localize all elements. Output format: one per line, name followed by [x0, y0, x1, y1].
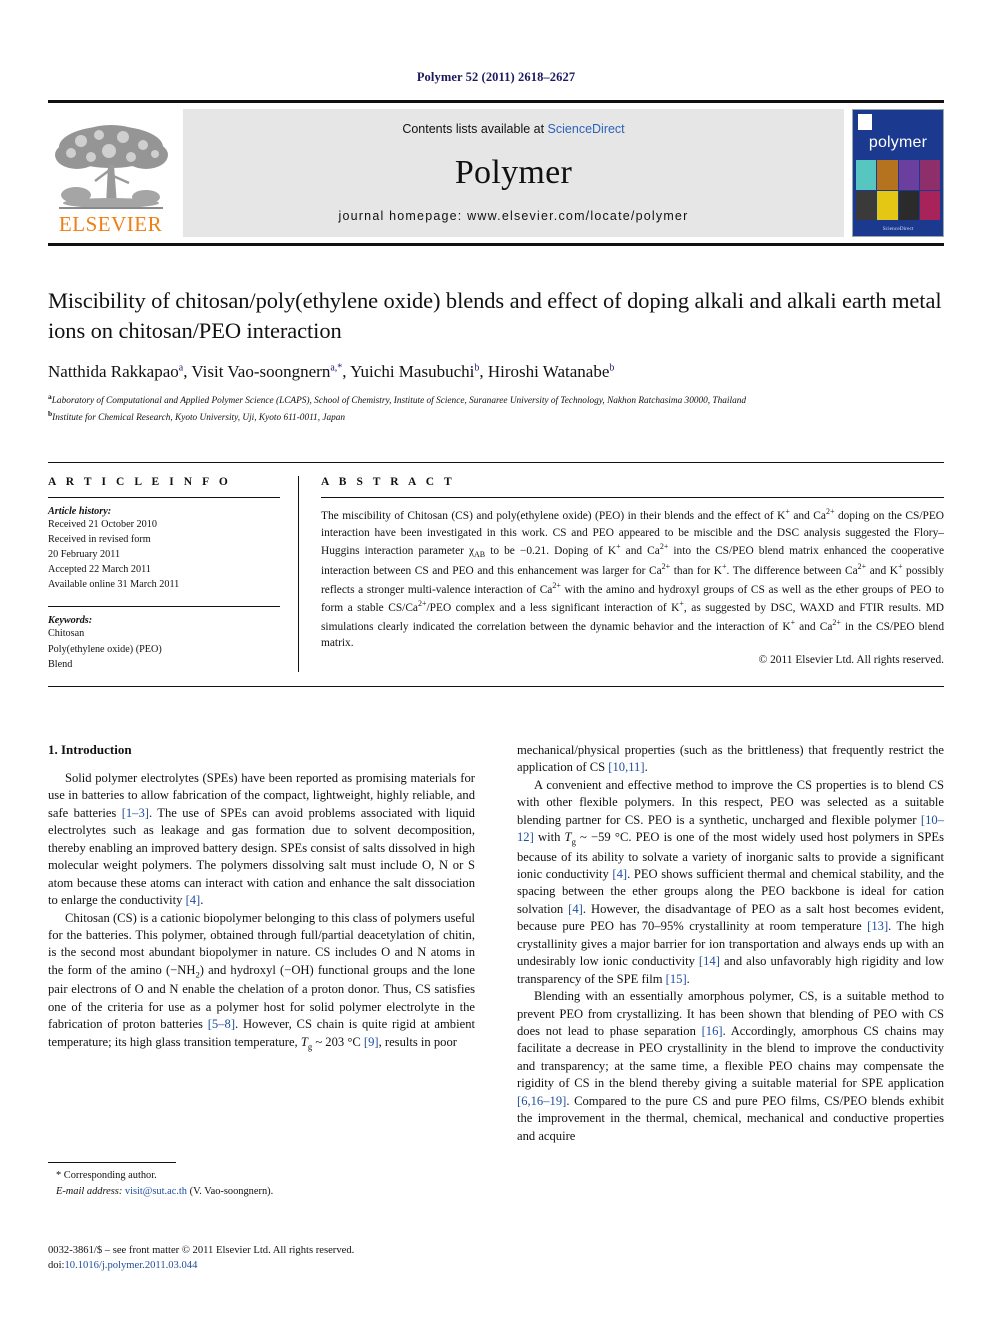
body-paragraph: Solid polymer electrolytes (SPEs) have b…: [48, 771, 475, 908]
doi-link[interactable]: 10.1016/j.polymer.2011.03.044: [64, 1260, 197, 1271]
author-name: Natthida Rakkapao: [48, 362, 179, 382]
author-name: Visit Vao-soongnern: [191, 362, 331, 382]
citation-ref[interactable]: [1–3]: [122, 806, 149, 820]
cover-image-grid: [856, 160, 940, 220]
body-column-left: 1. Introduction Solid polymer electrolyt…: [48, 742, 475, 1145]
body-paragraph: mechanical/physical properties (such as …: [517, 743, 944, 775]
cover-tile: [856, 190, 877, 220]
cover-tile: [919, 190, 940, 220]
elsevier-logo: ELSEVIER: [48, 109, 173, 237]
citation-ref[interactable]: [5–8]: [208, 1017, 235, 1031]
journal-homepage-line[interactable]: journal homepage: www.elsevier.com/locat…: [339, 209, 689, 223]
citation-ref[interactable]: [13]: [867, 919, 888, 933]
body-paragraph: Blending with an essentially amorphous p…: [517, 989, 945, 1143]
article-info-column: A R T I C L E I N F O Article history: R…: [48, 476, 298, 672]
affiliation-text: Institute for Chemical Research, Kyoto U…: [52, 412, 346, 423]
cover-tile: [856, 160, 877, 190]
author-name: Yuichi Masubuchi: [350, 362, 475, 382]
keywords-label: Keywords:: [48, 615, 93, 627]
body-columns: 1. Introduction Solid polymer electrolyt…: [48, 742, 944, 1145]
doi-prefix: doi:: [48, 1260, 65, 1272]
cover-tile: [898, 160, 919, 190]
article-history-line: 20 February 2011: [48, 549, 121, 561]
email-address-link[interactable]: visit@sut.ac.th: [125, 1186, 187, 1197]
corresponding-author-note: * Corresponding author.: [56, 1170, 157, 1181]
title-block: Miscibility of chitosan/poly(ethylene ox…: [48, 286, 944, 425]
affiliation: bInstitute for Chemical Research, Kyoto …: [48, 409, 944, 425]
body-paragraph: Chitosan (CS) is a cationic biopolymer b…: [48, 910, 476, 1052]
running-head: Polymer 52 (2011) 2618–2627: [416, 70, 576, 84]
cover-tile: [919, 160, 940, 190]
citation-ref[interactable]: [4]: [612, 867, 627, 881]
article-history-line: Available online 31 March 2011: [48, 579, 180, 591]
cover-footer-text: ScienceDirect: [882, 226, 914, 232]
masthead-bottom-rule: [48, 243, 944, 246]
affiliation-text: Laboratory of Computational and Applied …: [51, 396, 747, 407]
article-history-line: Accepted 22 March 2011: [48, 564, 151, 576]
abstract-copyright: © 2011 Elsevier Ltd. All rights reserved…: [758, 654, 944, 667]
article-history-line: Received 21 October 2010: [48, 519, 157, 530]
section-heading-introduction: 1. Introduction: [48, 742, 132, 757]
keyword-item: Chitosan: [48, 628, 85, 640]
abstract-heading: A B S T R A C T: [321, 476, 456, 488]
cover-tile: [898, 190, 919, 220]
abstract-column: A B S T R A C T The miscibility of Chito…: [321, 476, 944, 672]
citation-ref[interactable]: [10,11]: [608, 760, 644, 774]
contents-available-line: Contents lists available at ScienceDirec…: [402, 122, 624, 136]
cover-publisher-mark: [858, 114, 872, 130]
email-note: E-mail address: visit@sut.ac.th (V. Vao-…: [48, 1184, 475, 1200]
citation-ref[interactable]: [4]: [186, 893, 201, 907]
author-name: Hiroshi Watanabe: [487, 362, 610, 382]
cover-tile: [877, 160, 898, 190]
contents-prefix: Contents lists available at: [402, 122, 548, 136]
keyword-item: Poly(ethylene oxide) (PEO): [48, 643, 162, 655]
citation-ref[interactable]: [16]: [702, 1024, 723, 1038]
author-affil-mark: b: [609, 362, 615, 374]
doi-line: doi:10.1016/j.polymer.2011.03.044: [48, 1258, 518, 1273]
issn-doi-block: 0032-3861/$ – see front matter © 2011 El…: [48, 1243, 518, 1274]
elsevier-tree-icon: [54, 125, 168, 209]
citation-ref[interactable]: [6,16–19]: [517, 1094, 566, 1108]
journal-cover-thumbnail[interactable]: polymer ScienceDirect: [852, 109, 944, 237]
corresponding-author-footnote: * Corresponding author. E-mail address: …: [48, 1162, 475, 1199]
journal-banner: Contents lists available at ScienceDirec…: [183, 109, 844, 237]
body-paragraph: A convenient and effective method to imp…: [517, 777, 945, 986]
article-info-heading: A R T I C L E I N F O: [48, 476, 232, 488]
author-affil-mark: b: [474, 362, 480, 374]
citation-ref[interactable]: [4]: [568, 902, 583, 916]
citation-ref[interactable]: [9]: [364, 1035, 379, 1049]
journal-masthead: ELSEVIER Contents lists available at Sci…: [48, 100, 944, 246]
citation-ref[interactable]: [15]: [666, 972, 687, 986]
elsevier-wordmark: ELSEVIER: [58, 212, 163, 236]
body-column-right: mechanical/physical properties (such as …: [517, 742, 944, 1145]
cover-title: polymer: [868, 134, 928, 151]
article-history-label: Article history:: [48, 506, 112, 517]
abstract-rule: [321, 497, 944, 498]
journal-article-page: Polymer 52 (2011) 2618–2627 ELSEVIER Con…: [0, 0, 992, 1323]
cover-tile: [877, 190, 898, 220]
email-owner: (V. Vao-soongnern).: [189, 1185, 274, 1197]
keywords-rule: [48, 606, 280, 608]
journal-title: Polymer: [454, 153, 573, 191]
keyword-item: Blend: [48, 658, 73, 670]
email-label: E-mail address:: [56, 1185, 123, 1197]
abstract-text: The miscibility of Chitosan (CS) and pol…: [321, 507, 945, 650]
article-info-rule: [48, 497, 280, 498]
issn-line: 0032-3861/$ – see front matter © 2011 El…: [48, 1245, 355, 1256]
column-divider: [298, 476, 299, 672]
footnote-rule: [48, 1162, 176, 1163]
article-history-line: Received in revised form: [48, 534, 151, 546]
sciencedirect-link[interactable]: ScienceDirect: [548, 122, 625, 136]
citation-ref[interactable]: [14]: [699, 954, 720, 968]
affiliation: aLaboratory of Computational and Applied…: [48, 392, 944, 408]
author-list: Natthida Rakkapaoa, Visit Vao-soongnerna…: [48, 362, 615, 382]
author-affil-mark[interactable]: a,*: [330, 363, 342, 374]
info-abstract-band: A R T I C L E I N F O Article history: R…: [48, 462, 944, 687]
page-title: Miscibility of chitosan/poly(ethylene ox…: [48, 288, 942, 343]
author-affil-mark: a: [178, 362, 184, 374]
